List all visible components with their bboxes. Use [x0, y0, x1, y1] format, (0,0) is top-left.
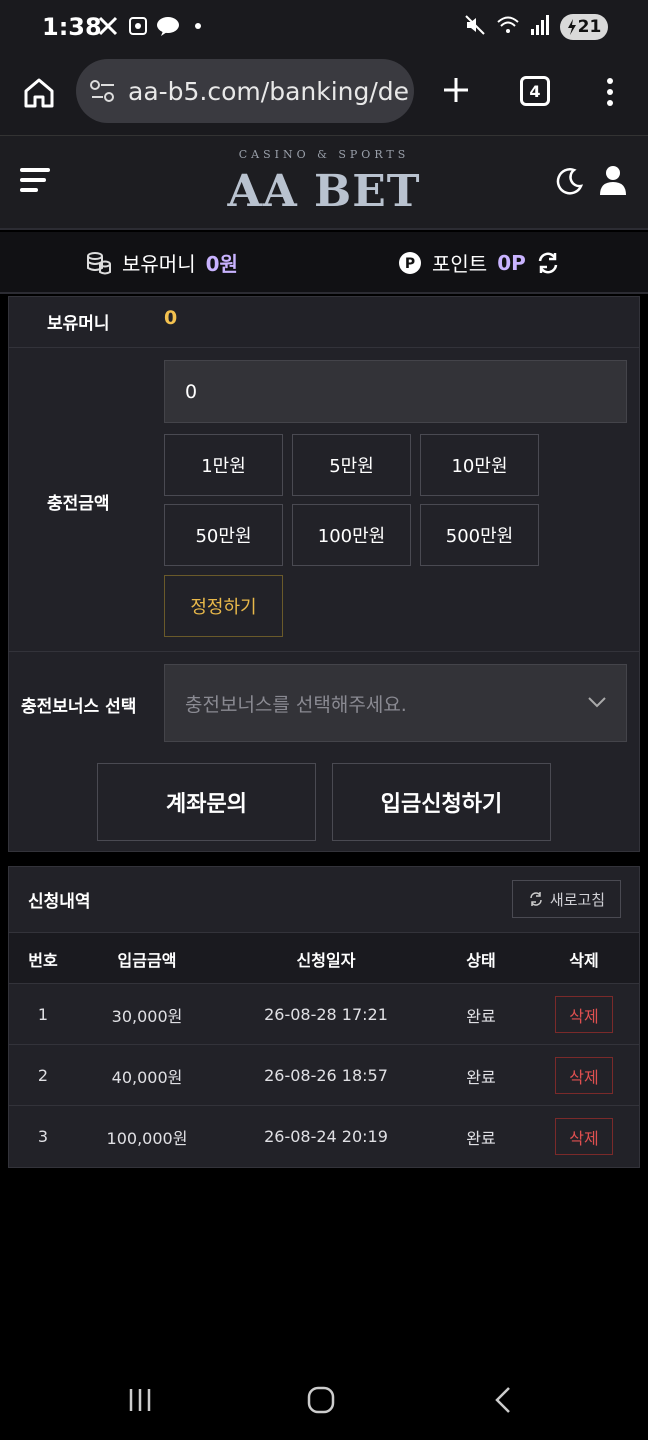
- refresh-icon[interactable]: [536, 251, 560, 275]
- logo[interactable]: AA BET: [0, 166, 648, 217]
- row-date: 26-08-26 18:57: [264, 1066, 388, 1085]
- battery-icon: 21: [560, 14, 608, 40]
- amount-5man-button[interactable]: 5만원: [292, 434, 411, 496]
- address-bar[interactable]: aa-b5.com/banking/de: [76, 59, 414, 123]
- delete-button[interactable]: 삭제: [555, 1057, 613, 1094]
- row-status: 완료: [466, 1006, 496, 1026]
- home-nav-button[interactable]: [301, 1380, 341, 1420]
- wallet-money-value: 0원: [205, 252, 238, 276]
- coins-icon: [87, 251, 111, 274]
- status-bar: 1:38 21: [0, 0, 648, 56]
- tab-switcher-button[interactable]: 4: [520, 76, 550, 106]
- browser-toolbar: aa-b5.com/banking/de 4: [0, 56, 648, 136]
- row-amount: 30,000원: [111, 1006, 183, 1026]
- plus-icon: [444, 78, 468, 102]
- table-row: 2 40,000원 26-08-26 18:57 완료 삭제: [9, 1045, 639, 1106]
- dark-mode-toggle[interactable]: [554, 166, 584, 196]
- reset-amount-button[interactable]: 정정하기: [164, 575, 283, 637]
- new-tab-button[interactable]: [436, 70, 476, 110]
- recents-button[interactable]: [120, 1380, 160, 1420]
- row-status: 완료: [466, 1128, 496, 1148]
- row-no: 2: [37, 1066, 49, 1085]
- amount-50man-button[interactable]: 50만원: [164, 504, 283, 566]
- deposit-submit-button[interactable]: 입금신청하기: [332, 763, 551, 841]
- row-amount: 40,000원: [111, 1067, 183, 1087]
- col-no: 번호: [28, 951, 58, 970]
- wallet-money: 보유머니 0원: [86, 248, 238, 277]
- dot-icon: [186, 14, 210, 38]
- divider: [9, 651, 639, 652]
- delete-button[interactable]: 삭제: [555, 1118, 613, 1155]
- bonus-placeholder: 충전보너스를 선택해주세요.: [185, 693, 407, 716]
- chevron-down-icon: [588, 697, 606, 708]
- col-status: 상태: [466, 951, 496, 970]
- moon-icon: [556, 168, 584, 195]
- site-header: CASINO & SPORTS AA BET: [0, 136, 648, 230]
- home-button[interactable]: [18, 72, 60, 114]
- home-icon: [24, 78, 54, 108]
- deposit-history: 신청내역 새로고침 번호 입금금액 신청일자 상태 삭제 1 30,000원 2…: [8, 866, 640, 1168]
- row-status: 완료: [466, 1067, 496, 1087]
- row-date: 26-08-28 17:21: [264, 1005, 388, 1024]
- site-settings-icon[interactable]: [88, 78, 118, 104]
- notification-icons: [96, 14, 210, 38]
- col-delete: 삭제: [569, 951, 599, 970]
- kakaotalk-icon: [156, 14, 180, 38]
- deposit-form: 보유머니 0 충전금액 0 1만원 5만원 10만원 50만원 100만원 50…: [8, 296, 640, 852]
- status-time: 1:38: [42, 13, 102, 41]
- system-nav-bar: [0, 1360, 648, 1440]
- back-icon: [495, 1387, 510, 1413]
- screenshot-icon: [126, 14, 150, 38]
- signal-icon: [530, 14, 550, 40]
- balance-value: 0: [164, 307, 178, 329]
- system-icons: 21: [464, 14, 608, 40]
- url-text: aa-b5.com/banking/de: [128, 76, 410, 106]
- user-button[interactable]: [598, 164, 628, 196]
- amount-100man-button[interactable]: 100만원: [292, 504, 411, 566]
- bonus-label: 충전보너스 선택: [21, 697, 137, 717]
- wallet-points-value: 0P: [497, 250, 526, 275]
- mute-icon: [464, 14, 486, 40]
- row-amount: 100,000원: [106, 1128, 188, 1148]
- amount-500man-button[interactable]: 500만원: [420, 504, 539, 566]
- account-inquiry-button[interactable]: 계좌문의: [97, 763, 316, 841]
- logo-subtitle: CASINO & SPORTS: [238, 148, 410, 161]
- amount-label: 충전금액: [47, 494, 110, 514]
- wallet-bar: 보유머니 0원 P 포인트 0P: [0, 232, 648, 294]
- divider: [9, 347, 639, 348]
- browser-menu-button[interactable]: [596, 72, 624, 112]
- more-vert-icon: [607, 78, 613, 106]
- amount-input[interactable]: 0: [164, 360, 627, 423]
- recents-icon: [129, 1389, 151, 1411]
- svg-text:P: P: [405, 256, 415, 272]
- wallet-money-label: 보유머니: [122, 252, 196, 276]
- x-icon: [96, 14, 120, 38]
- wallet-points: P 포인트 0P: [398, 248, 560, 277]
- history-title: 신청내역: [28, 892, 91, 912]
- back-button[interactable]: [484, 1380, 524, 1420]
- bonus-select[interactable]: 충전보너스를 선택해주세요.: [164, 664, 627, 742]
- history-refresh-button[interactable]: 새로고침: [512, 880, 621, 918]
- refresh-icon: [530, 892, 542, 906]
- table-row: 1 30,000원 26-08-28 17:21 완료 삭제: [9, 984, 639, 1045]
- wifi-icon: [496, 14, 520, 40]
- home-nav-icon: [307, 1386, 335, 1414]
- amount-1man-button[interactable]: 1만원: [164, 434, 283, 496]
- points-icon: P: [399, 251, 421, 274]
- wallet-points-label: 포인트: [432, 252, 488, 276]
- row-date: 26-08-24 20:19: [264, 1127, 388, 1146]
- balance-label: 보유머니: [47, 314, 110, 334]
- delete-button[interactable]: 삭제: [555, 996, 613, 1033]
- col-amount: 입금금액: [117, 951, 177, 970]
- row-no: 1: [37, 1005, 49, 1024]
- col-date: 신청일자: [296, 951, 356, 970]
- battery-level: 21: [577, 17, 602, 37]
- user-icon: [600, 166, 626, 195]
- table-row: 3 100,000원 26-08-24 20:19 완료 삭제: [9, 1106, 639, 1167]
- history-table-header: 번호 입금금액 신청일자 상태 삭제: [9, 932, 639, 984]
- row-no: 3: [37, 1127, 49, 1146]
- amount-10man-button[interactable]: 10만원: [420, 434, 539, 496]
- history-refresh-label: 새로고침: [549, 890, 606, 909]
